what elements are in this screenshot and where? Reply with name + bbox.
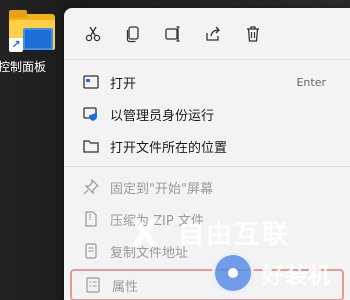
menu-item-label: 打开 bbox=[110, 76, 137, 92]
watermark-logo-icon bbox=[212, 252, 254, 294]
rename-icon bbox=[165, 25, 180, 42]
menu-item-label: 打开文件所在的位置 bbox=[110, 140, 228, 156]
shortcut-key: Enter bbox=[296, 75, 326, 89]
shortcut-arrow-icon: ↗ bbox=[9, 38, 23, 52]
watermark-text: 自由互联 bbox=[178, 220, 291, 250]
share-icon bbox=[206, 26, 220, 41]
copy-button[interactable] bbox=[120, 21, 146, 47]
trash-icon bbox=[247, 25, 259, 42]
control-panel-icon: ↗ bbox=[9, 10, 55, 52]
context-menu-toolbar bbox=[64, 8, 350, 60]
rename-button[interactable] bbox=[160, 21, 186, 47]
watermark-x: X bbox=[130, 212, 160, 256]
scissors-icon bbox=[85, 26, 101, 41]
menu-item-label: 固定到"开始"屏幕 bbox=[110, 181, 213, 197]
menu-separator bbox=[64, 166, 350, 167]
menu-item-label: 以管理员身份运行 bbox=[110, 108, 215, 124]
copy-path-icon bbox=[82, 242, 100, 260]
shield-icon bbox=[82, 105, 100, 123]
copy-icon bbox=[126, 25, 139, 42]
pin-icon bbox=[82, 178, 100, 196]
properties-icon bbox=[84, 276, 102, 294]
context-menu: 打开 Enter 以管理员身份运行 打开文件所在的位置 固定到"开始"屏幕 压缩… bbox=[64, 8, 350, 300]
menu-item-run-as-admin[interactable]: 以管理员身份运行 bbox=[64, 98, 350, 130]
zip-icon bbox=[82, 210, 100, 228]
delete-button[interactable] bbox=[240, 21, 266, 47]
watermark-text-2: 好装机 bbox=[262, 264, 332, 289]
share-button[interactable] bbox=[200, 21, 226, 47]
menu-item-open[interactable]: 打开 Enter bbox=[64, 66, 350, 98]
menu-item-open-location[interactable]: 打开文件所在的位置 bbox=[64, 130, 350, 162]
folder-icon bbox=[82, 137, 100, 155]
menu-item-label: 属性 bbox=[112, 279, 139, 295]
desktop-icon-control-panel[interactable]: ↗ 控制面板 bbox=[0, 10, 60, 75]
desktop-icon-label: 控制面板 bbox=[0, 60, 47, 74]
cut-button[interactable] bbox=[80, 21, 106, 47]
menu-item-pin-to-start[interactable]: 固定到"开始"屏幕 bbox=[64, 171, 350, 203]
window-icon bbox=[82, 73, 100, 91]
